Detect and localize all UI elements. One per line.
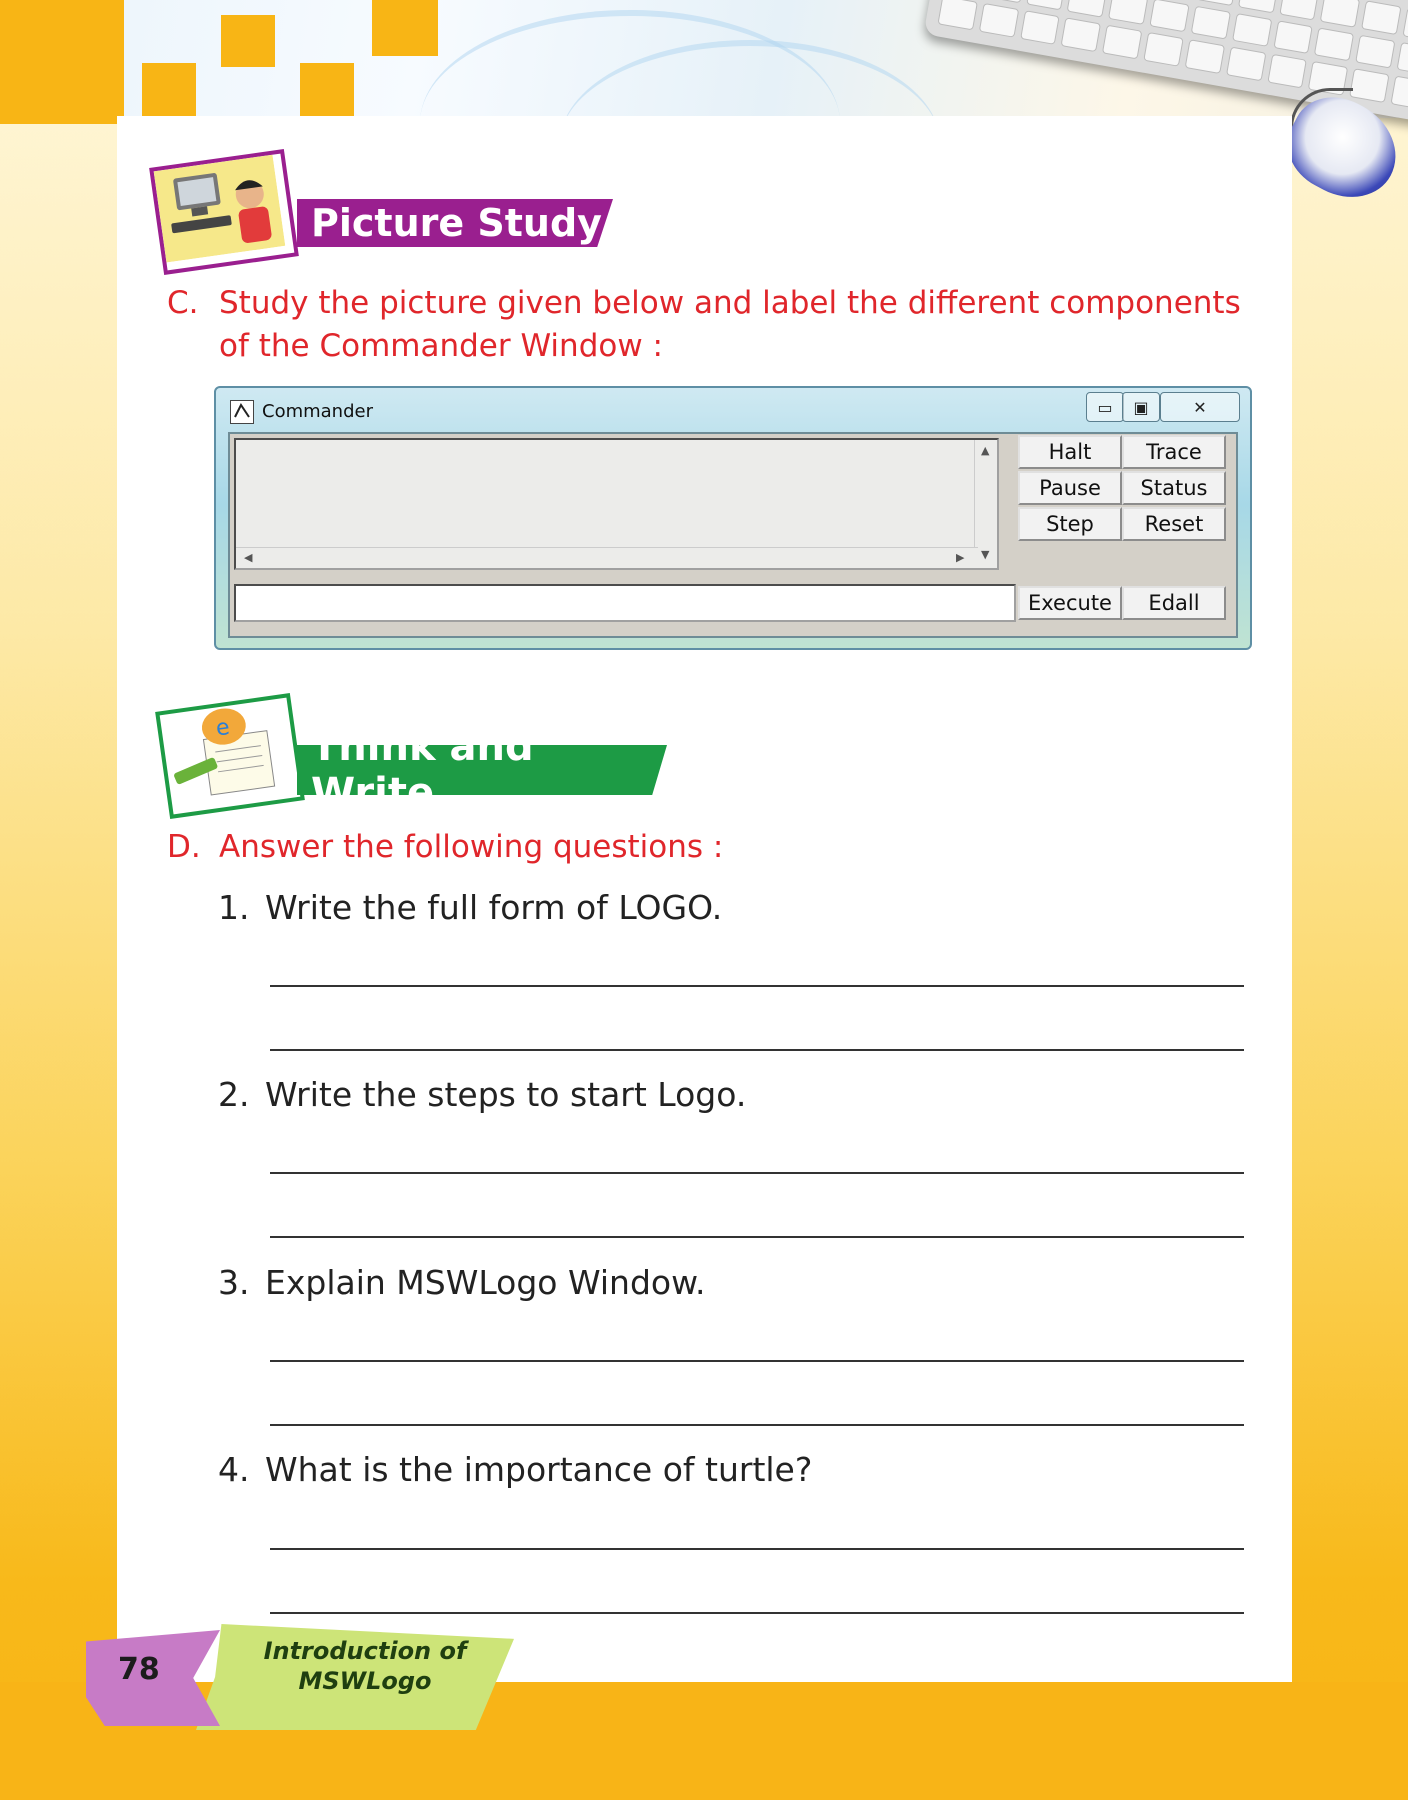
question-text: Study the picture given below and label … <box>219 285 1241 321</box>
decor-square <box>221 15 275 67</box>
question-c: C. Study the picture given below and lab… <box>167 282 1267 372</box>
pause-button[interactable]: Pause <box>1018 471 1122 505</box>
close-icon[interactable]: ✕ <box>1160 392 1240 422</box>
chapter-title-line: MSWLogo <box>298 1667 432 1695</box>
scroll-right-icon[interactable]: ▶ <box>956 551 964 564</box>
question-text: What is the importance of turtle? <box>265 1450 813 1489</box>
decor-square <box>142 63 196 118</box>
history-box[interactable]: ▲ ▼ ◀ ▶ <box>234 438 999 570</box>
answer-line[interactable] <box>270 1049 1244 1051</box>
horizontal-scrollbar[interactable]: ◀ ▶ <box>236 547 978 568</box>
question-label: D. <box>167 829 201 865</box>
answer-line[interactable] <box>270 1548 1244 1550</box>
answer-line[interactable] <box>270 1360 1244 1362</box>
command-input[interactable] <box>234 584 1016 622</box>
commander-window: Commander ▭ ▣ ✕ ▲ ▼ ◀ ▶ Halt Trace Pause… <box>214 386 1252 650</box>
answer-line[interactable] <box>270 1236 1244 1238</box>
question-text: of the Commander Window : <box>219 328 663 364</box>
pencil-paper-icon: e <box>155 693 305 819</box>
minimize-icon[interactable]: ▭ <box>1086 392 1124 422</box>
question-text: Explain MSWLogo Window. <box>265 1263 706 1302</box>
status-button[interactable]: Status <box>1122 471 1226 505</box>
scroll-down-icon[interactable]: ▼ <box>981 548 989 561</box>
reset-button[interactable]: Reset <box>1122 507 1226 541</box>
commander-body: ▲ ▼ ◀ ▶ Halt Trace Pause Status Step Res… <box>228 432 1238 638</box>
edall-button[interactable]: Edall <box>1122 586 1226 620</box>
decor-square <box>372 0 438 56</box>
question-label: C. <box>167 285 199 321</box>
window-title: Commander <box>262 401 373 422</box>
chapter-title-line: Introduction of <box>263 1637 467 1665</box>
answer-line[interactable] <box>270 1612 1244 1614</box>
corner-block <box>0 0 124 124</box>
page-number: 78 <box>118 1652 160 1687</box>
question-number: 3. <box>218 1263 250 1302</box>
answer-line[interactable] <box>270 1424 1244 1426</box>
question-text: Write the steps to start Logo. <box>265 1075 747 1114</box>
execute-button[interactable]: Execute <box>1018 586 1122 620</box>
section-heading-picture-study: Picture Study <box>297 199 613 247</box>
maximize-icon[interactable]: ▣ <box>1122 392 1160 422</box>
scroll-up-icon[interactable]: ▲ <box>981 444 989 457</box>
answer-line[interactable] <box>270 1172 1244 1174</box>
step-button[interactable]: Step <box>1018 507 1122 541</box>
answer-line[interactable] <box>270 985 1244 987</box>
halt-button[interactable]: Halt <box>1018 435 1122 469</box>
logo-app-icon <box>230 400 254 424</box>
question-number: 1. <box>218 888 250 927</box>
question-number: 2. <box>218 1075 250 1114</box>
question-text: Write the full form of LOGO. <box>265 888 723 927</box>
question-number: 4. <box>218 1450 250 1489</box>
scroll-left-icon[interactable]: ◀ <box>244 551 252 564</box>
question-d: D. Answer the following questions : <box>167 826 1067 870</box>
section-heading-think-and-write: Think and Write <box>297 745 667 795</box>
trace-button[interactable]: Trace <box>1122 435 1226 469</box>
question-text: Answer the following questions : <box>219 829 724 865</box>
chapter-title: Introduction of MSWLogo <box>240 1636 490 1696</box>
computer-kid-icon <box>149 149 299 275</box>
decor-square <box>300 63 354 118</box>
